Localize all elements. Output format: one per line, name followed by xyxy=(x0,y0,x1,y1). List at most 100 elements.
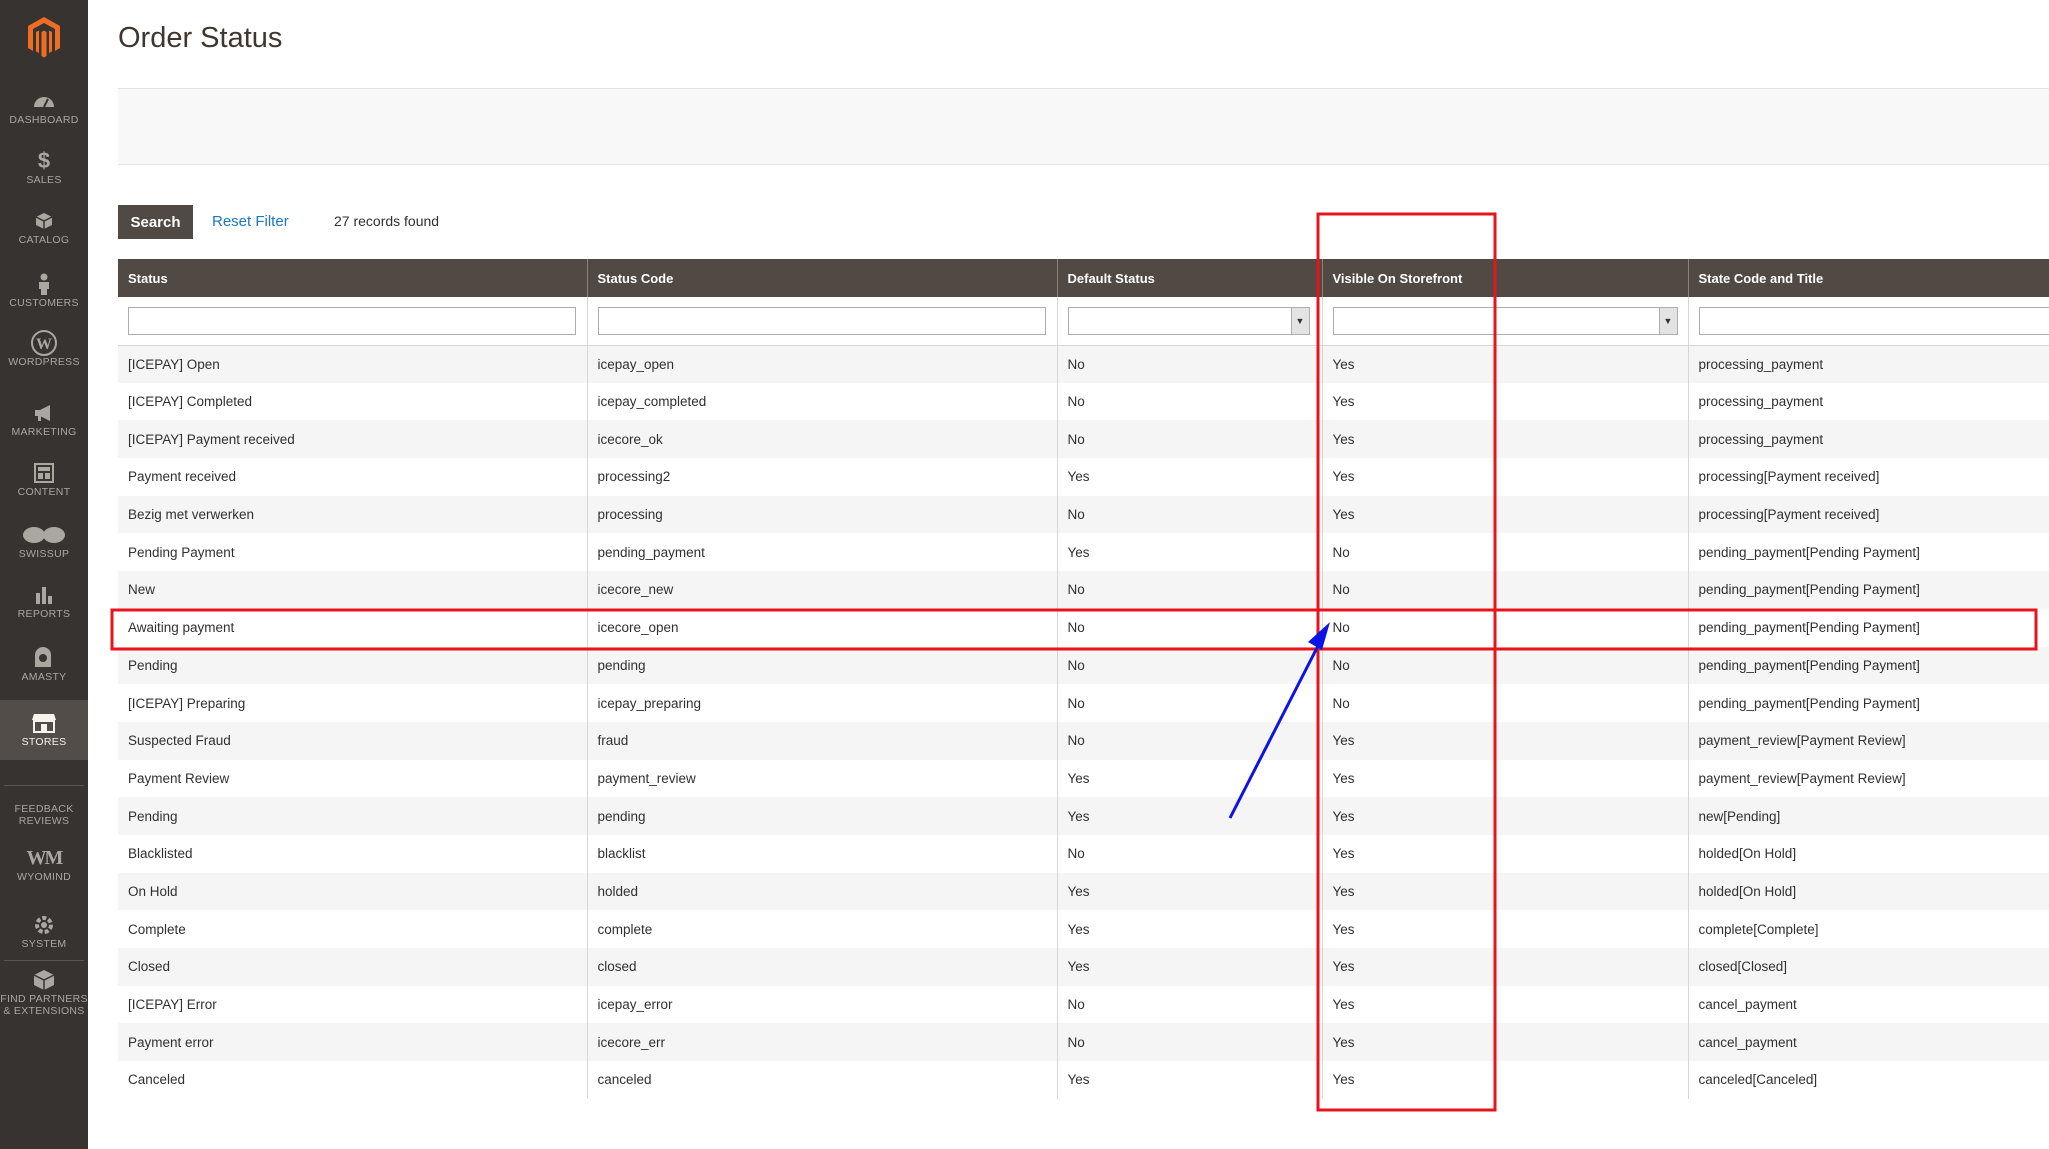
sidebar-item-amasty[interactable]: AMASTY xyxy=(0,645,88,683)
col-header-visible-on-storefront[interactable]: Visible On Storefront xyxy=(1322,259,1689,297)
cell-default-status: No xyxy=(1057,345,1323,383)
sidebar-item-label: STORES xyxy=(21,736,67,748)
table-row[interactable]: Payment Review payment_review Yes Yes paymen… xyxy=(118,759,2049,798)
cell-status: Complete xyxy=(118,910,588,948)
state-code-filter-input[interactable] xyxy=(1698,306,2048,335)
sidebar-item-find-partners-extensions[interactable]: FIND PARTNERS & EXTENSIONS xyxy=(0,967,88,1017)
sidebar-item-dashboard[interactable]: DASHBOARD xyxy=(0,88,88,126)
sidebar-item-catalog[interactable]: CATALOG xyxy=(0,208,88,246)
box-icon xyxy=(35,208,53,234)
cell-state-code-and-title: processing[Payment received] xyxy=(1688,495,2049,534)
sidebar-item-label: REPORTS xyxy=(17,608,71,620)
cell-visible-on-storefront: Yes xyxy=(1322,1023,1689,1062)
cell-status: On Hold xyxy=(118,872,588,911)
sidebar-item-label: AMASTY xyxy=(21,671,67,683)
cell-state-code-and-title: holded[On Hold] xyxy=(1688,872,2049,911)
sidebar-item-reports[interactable]: REPORTS xyxy=(0,582,88,620)
cell-status: Suspected Fraud xyxy=(118,721,588,760)
admin-app: DASHBOARD $ SALES CATALOG CUSTOMERS W WORDPRES… xyxy=(0,0,2049,1149)
amasty-icon xyxy=(33,645,55,671)
table-row[interactable]: [ICEPAY] Payment received icecore_ok No Yes… xyxy=(118,420,2049,459)
cell-visible-on-storefront: Yes xyxy=(1322,1061,1689,1099)
cell-visible-on-storefront: Yes xyxy=(1322,458,1689,496)
table-row[interactable]: Pending pending No No pending_payment[Pendin… xyxy=(118,646,2049,685)
cell-state-code-and-title: pending_payment[Pending Payment] xyxy=(1688,646,2049,685)
col-header-default-status[interactable]: Default Status xyxy=(1057,259,1323,297)
sidebar-item-system[interactable]: SYSTEM xyxy=(0,912,88,950)
magento-logo-icon xyxy=(28,17,60,58)
cell-default-status: Yes xyxy=(1057,1061,1323,1099)
cell-status-code: icecore_ok xyxy=(587,420,1058,459)
magento-logo[interactable] xyxy=(0,0,88,74)
cell-state-code-and-title: cancel_payment xyxy=(1688,1023,2049,1062)
table-row[interactable]: Awaiting payment icecore_open No No pending_… xyxy=(118,608,2049,647)
cell-status: Bezig met verwerken xyxy=(118,495,588,534)
cell-state-code-and-title: processing[Payment received] xyxy=(1688,458,2049,496)
sidebar-item-wordpress[interactable]: W WORDPRESS xyxy=(0,330,88,368)
sidebar-item-swissup[interactable]: SWISSUP xyxy=(0,522,88,560)
sidebar-divider xyxy=(4,960,84,961)
chevron-down-icon: ▼ xyxy=(1290,307,1309,334)
table-row[interactable]: [ICEPAY] Open icepay_open No Yes processing_… xyxy=(118,345,2049,383)
cell-visible-on-storefront: Yes xyxy=(1322,420,1689,459)
table-row[interactable]: [ICEPAY] Preparing icepay_preparing No No pe… xyxy=(118,684,2049,722)
sidebar-item-label: WYOMIND xyxy=(16,871,71,883)
admin-sidebar: DASHBOARD $ SALES CATALOG CUSTOMERS W WORDPRES… xyxy=(0,0,88,1149)
cell-visible-on-storefront: No xyxy=(1322,646,1689,685)
search-button[interactable]: Search xyxy=(118,205,193,239)
table-row[interactable]: Complete complete Yes Yes complete[Complete] xyxy=(118,910,2049,948)
cell-status: Canceled xyxy=(118,1061,588,1099)
page-actions-bar xyxy=(118,88,2049,165)
reset-filter-link[interactable]: Reset Filter xyxy=(212,213,289,230)
status-code-filter-input[interactable] xyxy=(597,306,1046,335)
table-row[interactable]: Closed closed Yes Yes closed[Closed] xyxy=(118,948,2049,986)
status-filter-input[interactable] xyxy=(128,306,576,335)
cell-visible-on-storefront: No xyxy=(1322,608,1689,647)
table-row[interactable]: On Hold holded Yes Yes holded[On Hold] xyxy=(118,872,2049,911)
col-header-state-code-and-title[interactable]: State Code and Title xyxy=(1688,259,2049,297)
sidebar-item-label: CATALOG xyxy=(18,234,70,246)
cell-status-code: complete xyxy=(587,910,1058,948)
wordpress-icon: W xyxy=(31,330,57,356)
cell-default-status: No xyxy=(1057,985,1323,1024)
table-row[interactable]: Canceled canceled Yes Yes canceled[Canceled] xyxy=(118,1061,2049,1099)
cell-default-status: No xyxy=(1057,608,1323,647)
cell-status-code: fraud xyxy=(587,721,1058,760)
wyomind-icon: WM xyxy=(26,846,64,869)
cell-state-code-and-title: pending_payment[Pending Payment] xyxy=(1688,571,2049,609)
sidebar-item-stores[interactable]: STORES xyxy=(0,700,88,760)
table-row[interactable]: Pending Payment pending_payment Yes No pendi… xyxy=(118,533,2049,572)
cell-default-status: No xyxy=(1057,646,1323,685)
table-row[interactable]: Blacklisted blacklist No Yes holded[On Hold] xyxy=(118,834,2049,873)
table-row[interactable]: Payment received processing2 Yes Yes process… xyxy=(118,458,2049,496)
sidebar-item-label: DASHBOARD xyxy=(9,114,79,126)
table-row[interactable]: Suspected Fraud fraud No Yes payment_review[… xyxy=(118,721,2049,760)
table-row[interactable]: Bezig met verwerken processing No Yes proces… xyxy=(118,495,2049,534)
cell-default-status: No xyxy=(1057,420,1323,459)
megaphone-icon xyxy=(33,400,55,426)
sidebar-item-wyomind[interactable]: WM WYOMIND xyxy=(0,845,88,884)
table-row[interactable]: Payment error icecore_err No Yes cancel_paym… xyxy=(118,1023,2049,1062)
cell-state-code-and-title: canceled[Canceled] xyxy=(1688,1061,2049,1099)
cell-status-code: pending xyxy=(587,646,1058,685)
cell-status-code: blacklist xyxy=(587,834,1058,873)
cell-default-status: Yes xyxy=(1057,458,1323,496)
table-row[interactable]: [ICEPAY] Completed icepay_completed No Yes p… xyxy=(118,382,2049,421)
cell-visible-on-storefront: Yes xyxy=(1322,872,1689,911)
visible-on-storefront-filter-select[interactable]: ▼ xyxy=(1332,306,1678,335)
sidebar-item-sales[interactable]: $ SALES xyxy=(0,148,88,187)
table-row[interactable]: New icecore_new No No pending_payment[Pendin… xyxy=(118,571,2049,609)
sidebar-item-content[interactable]: CONTENT xyxy=(0,460,88,498)
sidebar-item-feedback-reviews[interactable]: FEEDBACK REVIEWS xyxy=(0,803,88,827)
col-header-status[interactable]: Status xyxy=(118,259,588,297)
cell-visible-on-storefront: Yes xyxy=(1322,721,1689,760)
sidebar-item-marketing[interactable]: MARKETING xyxy=(0,400,88,438)
default-status-filter-select[interactable]: ▼ xyxy=(1067,306,1310,335)
table-row[interactable]: [ICEPAY] Error icepay_error No Yes cancel_pa… xyxy=(118,985,2049,1024)
cell-visible-on-storefront: Yes xyxy=(1322,985,1689,1024)
col-header-status-code[interactable]: Status Code xyxy=(587,259,1058,297)
cell-state-code-and-title: processing_payment xyxy=(1688,382,2049,421)
cell-visible-on-storefront: Yes xyxy=(1322,345,1689,383)
table-row[interactable]: Pending pending Yes Yes new[Pending] xyxy=(118,797,2049,835)
sidebar-item-customers[interactable]: CUSTOMERS xyxy=(0,271,88,309)
